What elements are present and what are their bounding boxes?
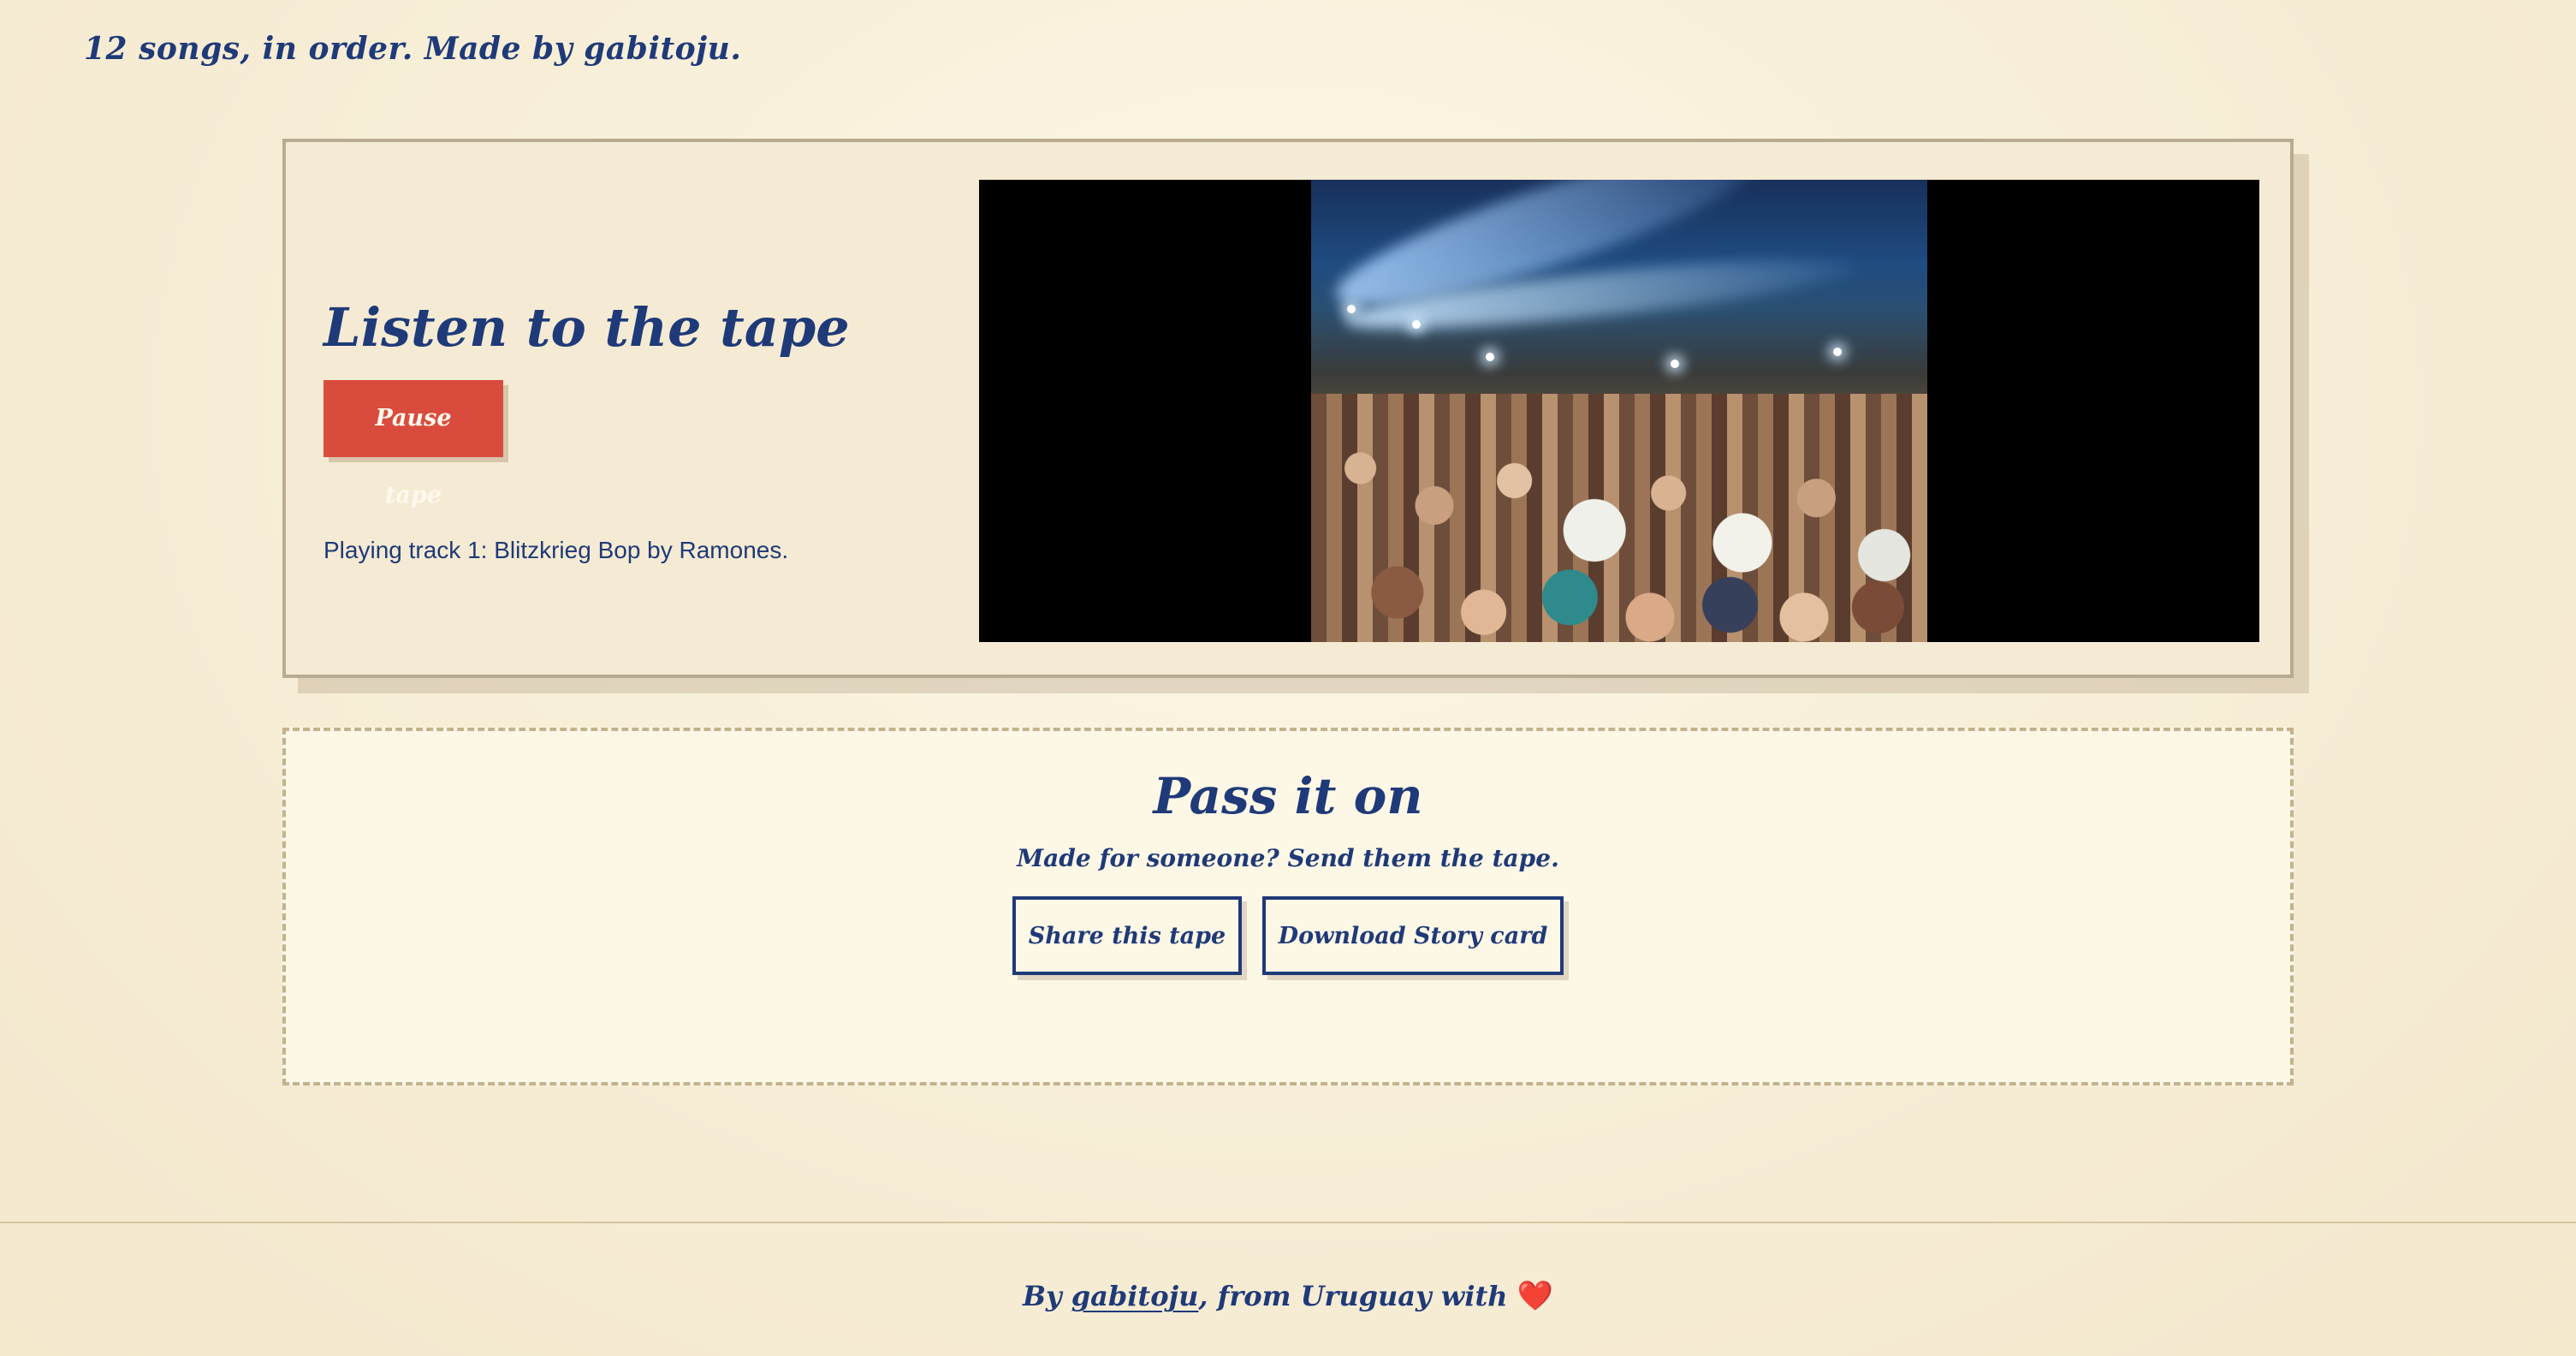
stage-light	[1833, 348, 1842, 356]
footer-suffix: , from Uruguay with	[1198, 1280, 1517, 1312]
now-playing-status: Playing track 1: Blitzkrieg Bop by Ramon…	[323, 537, 789, 564]
footer-divider	[0, 1222, 2576, 1223]
heart-icon: ❤️	[1517, 1279, 1553, 1313]
footer: By gabitoju, from Uruguay with ❤️	[0, 1280, 2576, 1312]
stage-light	[1486, 353, 1494, 361]
download-story-card-button[interactable]: Download Story card	[1262, 896, 1564, 975]
stage-light	[1412, 320, 1421, 329]
pause-tape-button[interactable]: Pause tape	[323, 380, 503, 508]
video-player[interactable]	[979, 180, 2259, 642]
stage-light	[1347, 305, 1356, 313]
share-subtitle: Made for someone? Send them the tape.	[1017, 844, 1559, 872]
share-title: Pass it on	[1153, 767, 1423, 825]
concert-video-frame	[1311, 180, 1927, 642]
player-title: Listen to the tape	[323, 296, 850, 359]
page-caption: 12 songs, in order. Made by gabitoju.	[84, 31, 742, 67]
author-link[interactable]: gabitoju	[1071, 1280, 1199, 1312]
footer-prefix: By	[1022, 1280, 1071, 1312]
tape-player-card: Listen to the tape Pause tape Playing tr…	[282, 139, 2294, 678]
pass-it-on-section: Pass it on Made for someone? Send them t…	[282, 728, 2294, 1085]
concert-crowd	[1311, 394, 1927, 642]
stage-light	[1671, 360, 1679, 368]
player-controls: Listen to the tape Pause tape Playing tr…	[323, 296, 940, 564]
share-actions: Share this tape Download Story card	[286, 896, 2290, 975]
share-tape-button[interactable]: Share this tape	[1012, 896, 1242, 975]
